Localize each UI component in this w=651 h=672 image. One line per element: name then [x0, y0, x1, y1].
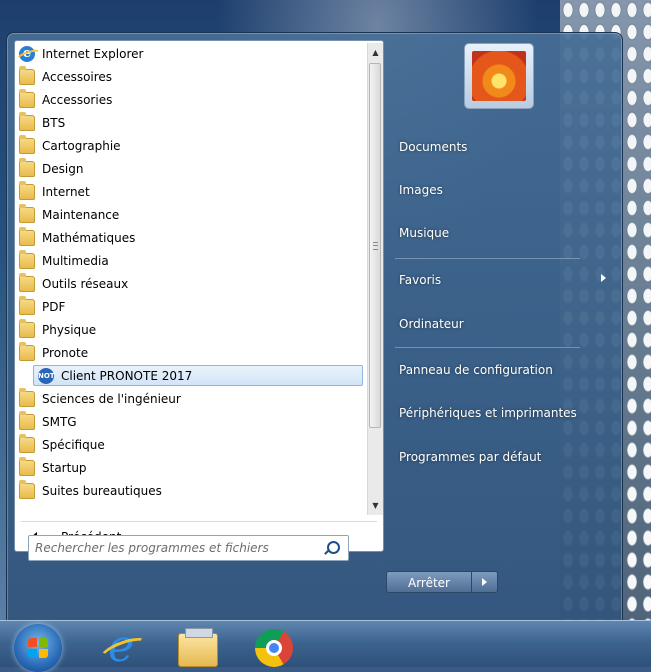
menu-item-panneau-configuration[interactable]: Panneau de configuration — [399, 359, 553, 381]
folder-icon — [19, 433, 35, 453]
program-folder-physique[interactable]: Physique — [15, 318, 361, 340]
folder-icon — [19, 88, 35, 108]
pronote-icon: NOT — [38, 367, 55, 384]
program-list: e Internet Explorer Accessoires Accessor… — [15, 41, 365, 519]
program-folder-smtg[interactable]: SMTG — [15, 410, 361, 432]
program-label: Multimedia — [42, 253, 109, 268]
programs-panel: e Internet Explorer Accessoires Accessor… — [14, 40, 384, 552]
submenu-arrow-icon — [601, 274, 606, 282]
divider — [21, 521, 377, 522]
program-label: Maintenance — [42, 207, 120, 222]
program-folder-multimedia[interactable]: Multimedia — [15, 249, 361, 271]
program-folder-startup[interactable]: Startup — [15, 456, 361, 478]
folder-icon — [19, 318, 35, 338]
program-label: Cartographie — [42, 138, 121, 153]
program-client-pronote-2017[interactable]: NOT Client PRONOTE 2017 — [33, 365, 363, 386]
program-label: Accessoires — [42, 69, 113, 84]
menu-item-programmes-par-defaut[interactable]: Programmes par défaut — [399, 446, 541, 468]
shutdown-options-arrow-icon[interactable] — [472, 571, 498, 593]
separator — [395, 258, 580, 259]
search-icon[interactable] — [327, 541, 340, 554]
taskbar: e — [0, 620, 651, 672]
folder-icon — [19, 272, 35, 292]
program-label: Design — [42, 161, 84, 176]
grip-icon — [373, 242, 378, 250]
internet-explorer-icon[interactable]: e — [101, 625, 141, 669]
program-label: Pronote — [42, 345, 89, 360]
program-folder-pdf[interactable]: PDF — [15, 295, 361, 317]
menu-item-favoris[interactable]: Favoris — [399, 269, 441, 291]
chrome-icon[interactable] — [255, 629, 293, 667]
internet-explorer-icon: e — [19, 45, 35, 62]
separator — [395, 347, 580, 348]
program-label: Physique — [42, 322, 97, 337]
program-label: SMTG — [42, 414, 77, 429]
start-orb[interactable] — [14, 624, 62, 672]
program-list-scrollbar[interactable]: ▲ ▼ — [367, 43, 383, 515]
folder-icon — [19, 134, 35, 154]
user-picture[interactable] — [464, 43, 534, 109]
file-explorer-icon[interactable] — [178, 628, 218, 667]
program-folder-mathematiques[interactable]: Mathématiques — [15, 226, 361, 248]
folder-icon — [19, 295, 35, 315]
program-internet-explorer[interactable]: e Internet Explorer — [15, 43, 361, 64]
search-input[interactable] — [35, 536, 315, 560]
program-folder-outils-reseaux[interactable]: Outils réseaux — [15, 272, 361, 294]
program-label: Client PRONOTE 2017 — [61, 368, 193, 383]
folder-icon — [19, 479, 35, 499]
program-folder-internet[interactable]: Internet — [15, 180, 361, 202]
program-folder-cartographie[interactable]: Cartographie — [15, 134, 361, 156]
folder-icon — [19, 226, 35, 246]
program-folder-specifique[interactable]: Spécifique — [15, 433, 361, 455]
folder-icon — [19, 65, 35, 85]
program-label: Internet — [42, 184, 90, 199]
program-folder-sciences-ingenieur[interactable]: Sciences de l'ingénieur — [15, 387, 361, 409]
menu-item-images[interactable]: Images — [399, 179, 443, 201]
program-label: Sciences de l'ingénieur — [42, 391, 181, 406]
program-label: Suites bureautiques — [42, 483, 162, 498]
program-label: BTS — [42, 115, 66, 130]
menu-item-documents[interactable]: Documents — [399, 136, 467, 158]
folder-icon — [19, 410, 35, 430]
program-folder-accessoires[interactable]: Accessoires — [15, 65, 361, 87]
flower-avatar-icon — [472, 51, 526, 101]
scrollbar-thumb[interactable] — [369, 63, 381, 428]
folder-icon — [19, 203, 35, 223]
program-folder-suites-bureautiques[interactable]: Suites bureautiques — [15, 479, 361, 501]
menu-item-ordinateur[interactable]: Ordinateur — [399, 313, 464, 335]
folder-icon — [19, 180, 35, 200]
program-label: Startup — [42, 460, 87, 475]
program-label: Outils réseaux — [42, 276, 129, 291]
scroll-up-arrow-icon[interactable]: ▲ — [368, 45, 383, 60]
folder-icon — [19, 157, 35, 177]
program-label: Spécifique — [42, 437, 105, 452]
menu-item-peripheriques-imprimantes[interactable]: Périphériques et imprimantes — [399, 402, 577, 424]
program-label: Mathématiques — [42, 230, 136, 245]
folder-icon — [19, 111, 35, 131]
folder-icon — [19, 456, 35, 476]
program-folder-maintenance[interactable]: Maintenance — [15, 203, 361, 225]
program-folder-pronote[interactable]: Pronote — [15, 341, 361, 363]
shutdown-button[interactable]: Arrêter — [386, 571, 472, 593]
folder-icon — [19, 341, 35, 361]
scroll-down-arrow-icon[interactable]: ▼ — [368, 498, 383, 513]
program-folder-accessories[interactable]: Accessories — [15, 88, 361, 110]
program-folder-bts[interactable]: BTS — [15, 111, 361, 133]
menu-item-musique[interactable]: Musique — [399, 222, 449, 244]
program-folder-design[interactable]: Design — [15, 157, 361, 179]
search-box[interactable] — [28, 535, 349, 561]
program-label: Accessories — [42, 92, 113, 107]
folder-icon — [19, 249, 35, 269]
windows-logo-icon — [28, 638, 48, 658]
folder-icon — [19, 387, 35, 407]
program-label: PDF — [42, 299, 66, 314]
program-label: Internet Explorer — [42, 46, 144, 61]
